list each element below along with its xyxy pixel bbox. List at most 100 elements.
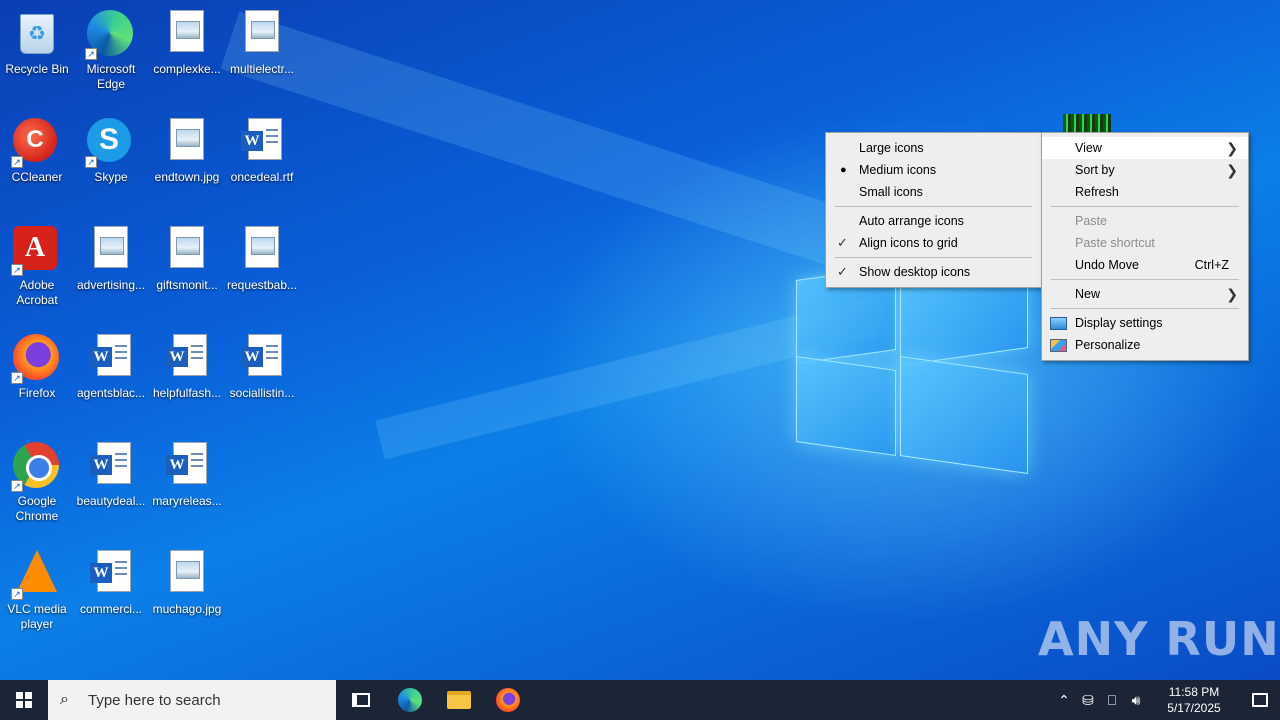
- shortcut-arrow-icon: ↗: [11, 480, 23, 492]
- shortcut-arrow-icon: ↗: [11, 588, 23, 600]
- clock-time: 11:58 PM: [1168, 685, 1220, 699]
- menu-item-sort-by[interactable]: Sort by ❯: [1042, 159, 1248, 181]
- desktop-icon-multielectr[interactable]: multielectr...: [225, 4, 299, 104]
- personalize-icon: [1050, 339, 1067, 352]
- image-file-icon: [170, 550, 204, 592]
- menu-separator: [1051, 308, 1239, 309]
- image-file-icon: [245, 226, 279, 268]
- firefox-icon: [495, 688, 520, 712]
- desktop-icon-requestbab[interactable]: requestbab...: [225, 220, 299, 320]
- vlc-icon: [17, 550, 57, 592]
- start-button[interactable]: [0, 680, 48, 720]
- menu-separator: [835, 206, 1032, 207]
- word-doc-icon: W: [90, 442, 131, 484]
- radio-bullet-icon: ●: [840, 164, 847, 176]
- word-doc-icon: W: [241, 334, 282, 376]
- shortcut-arrow-icon: ↗: [11, 156, 23, 168]
- menu-item-new[interactable]: New ❯: [1042, 283, 1248, 305]
- desktop-icon-sociallistin[interactable]: W sociallistin...: [225, 328, 299, 428]
- word-doc-icon: W: [90, 334, 131, 376]
- network-adapter-icon[interactable]: ⛁: [1076, 692, 1100, 709]
- menu-item-personalize[interactable]: Personalize: [1042, 334, 1248, 356]
- folder-icon: [446, 691, 471, 709]
- desktop-icon-microsoft-edge[interactable]: ↗ Microsoft Edge: [74, 4, 148, 104]
- chevron-right-icon: ❯: [1226, 162, 1238, 178]
- shortcut-arrow-icon: ↗: [85, 48, 97, 60]
- menu-item-show-desktop-icons[interactable]: ✓ Show desktop icons: [826, 261, 1041, 283]
- taskbar-firefox-button[interactable]: [483, 680, 532, 720]
- menu-item-display-settings[interactable]: Display settings: [1042, 312, 1248, 334]
- task-view-icon: [351, 693, 370, 707]
- image-file-icon: [170, 10, 204, 52]
- search-placeholder: Type here to search: [88, 691, 221, 709]
- desktop-icon-recycle-bin[interactable]: ♻ Recycle Bin: [0, 4, 74, 104]
- display-settings-icon: [1050, 317, 1067, 330]
- word-doc-icon: W: [166, 442, 207, 484]
- desktop-icon-maryreleas[interactable]: W maryreleas...: [150, 436, 224, 536]
- desktop-icon-oncedeal[interactable]: W oncedeal.rtf: [225, 112, 299, 212]
- menu-item-paste-shortcut[interactable]: Paste shortcut: [1042, 232, 1248, 254]
- menu-item-auto-arrange-icons[interactable]: Auto arrange icons: [826, 210, 1041, 232]
- taskbar-edge-button[interactable]: [385, 680, 434, 720]
- notification-icon: [1252, 693, 1268, 707]
- image-file-icon: [94, 226, 128, 268]
- desktop-image-thumbnail[interactable]: [1063, 114, 1111, 134]
- shortcut-arrow-icon: ↗: [11, 372, 23, 384]
- image-file-icon: [245, 10, 279, 52]
- taskbar: ⌕ Type here to search ⌃ ⛁ ⎕ 🔊︎ 11:58 PM …: [0, 680, 1280, 720]
- checkmark-icon: ✓: [837, 235, 848, 250]
- desktop-icon-commerci[interactable]: W commerci...: [74, 544, 148, 644]
- volume-icon[interactable]: 🔊︎: [1124, 692, 1148, 709]
- desktop-icon-ccleaner[interactable]: C ↗ CCleaner: [0, 112, 74, 212]
- desktop-icon-agentsblac[interactable]: W agentsblac...: [74, 328, 148, 428]
- notification-center-button[interactable]: [1240, 680, 1280, 720]
- checkmark-icon: ✓: [837, 264, 848, 279]
- desktop-context-menu: View ❯ Sort by ❯ Refresh Paste Paste short…: [1041, 132, 1249, 361]
- desktop-icon-helpfulfash[interactable]: W helpfulfash...: [150, 328, 224, 428]
- shortcut-arrow-icon: ↗: [85, 156, 97, 168]
- menu-item-undo-move[interactable]: Undo Move Ctrl+Z: [1042, 254, 1248, 276]
- word-doc-icon: W: [166, 334, 207, 376]
- menu-item-large-icons[interactable]: Large icons: [826, 137, 1041, 159]
- clock-date: 5/17/2025: [1167, 701, 1221, 715]
- chevron-right-icon: ❯: [1226, 286, 1238, 302]
- task-view-button[interactable]: [336, 680, 385, 720]
- windows-logo-icon: [16, 692, 32, 708]
- desktop-icon-vlc-media-player[interactable]: ↗ VLC media player: [0, 544, 74, 644]
- menu-separator: [1051, 206, 1239, 207]
- desktop-icon-adobe-acrobat[interactable]: A ↗ Adobe Acrobat: [0, 220, 74, 320]
- desktop-icon-complexke[interactable]: complexke...: [150, 4, 224, 104]
- network-icon[interactable]: ⎕: [1100, 692, 1124, 709]
- edge-icon: [397, 688, 422, 712]
- menu-item-medium-icons[interactable]: ● Medium icons: [826, 159, 1041, 181]
- desktop-icon-giftsmonit[interactable]: giftsmonit...: [150, 220, 224, 320]
- system-tray: ⌃ ⛁ ⎕ 🔊︎ 11:58 PM 5/17/2025: [1052, 680, 1280, 720]
- search-icon: ⌕: [60, 691, 69, 708]
- menu-item-paste[interactable]: Paste: [1042, 210, 1248, 232]
- desktop-icon-beautydeal[interactable]: W beautydeal...: [74, 436, 148, 536]
- menu-item-view[interactable]: View ❯: [1042, 137, 1248, 159]
- image-file-icon: [170, 118, 204, 160]
- shortcut-arrow-icon: ↗: [11, 264, 23, 276]
- taskbar-search-box[interactable]: ⌕ Type here to search: [48, 680, 336, 720]
- desktop-icon-muchago[interactable]: muchago.jpg: [150, 544, 224, 644]
- image-file-icon: [170, 226, 204, 268]
- menu-item-small-icons[interactable]: Small icons: [826, 181, 1041, 203]
- desktop-icon-firefox[interactable]: ↗ Firefox: [0, 328, 74, 428]
- desktop-icon-advertising[interactable]: advertising...: [74, 220, 148, 320]
- desktop-icon-google-chrome[interactable]: ↗ Google Chrome: [0, 436, 74, 536]
- menu-separator: [835, 257, 1032, 258]
- word-doc-icon: W: [90, 550, 131, 592]
- menu-item-align-icons-to-grid[interactable]: ✓ Align icons to grid: [826, 232, 1041, 254]
- recycle-bin-icon: ♻: [20, 14, 54, 54]
- taskbar-clock[interactable]: 11:58 PM 5/17/2025: [1154, 684, 1234, 716]
- chevron-up-icon[interactable]: ⌃: [1052, 692, 1076, 709]
- anyrun-watermark: ANY RUN: [1038, 612, 1280, 666]
- shortcut-key-label: Ctrl+Z: [1194, 258, 1229, 272]
- desktop-icon-endtown[interactable]: endtown.jpg: [150, 112, 224, 212]
- menu-separator: [1051, 279, 1239, 280]
- menu-item-refresh[interactable]: Refresh: [1042, 181, 1248, 203]
- taskbar-file-explorer-button[interactable]: [434, 680, 483, 720]
- view-submenu: Large icons ● Medium icons Small icons Au…: [825, 132, 1042, 288]
- desktop-icon-skype[interactable]: S ↗ Skype: [74, 112, 148, 212]
